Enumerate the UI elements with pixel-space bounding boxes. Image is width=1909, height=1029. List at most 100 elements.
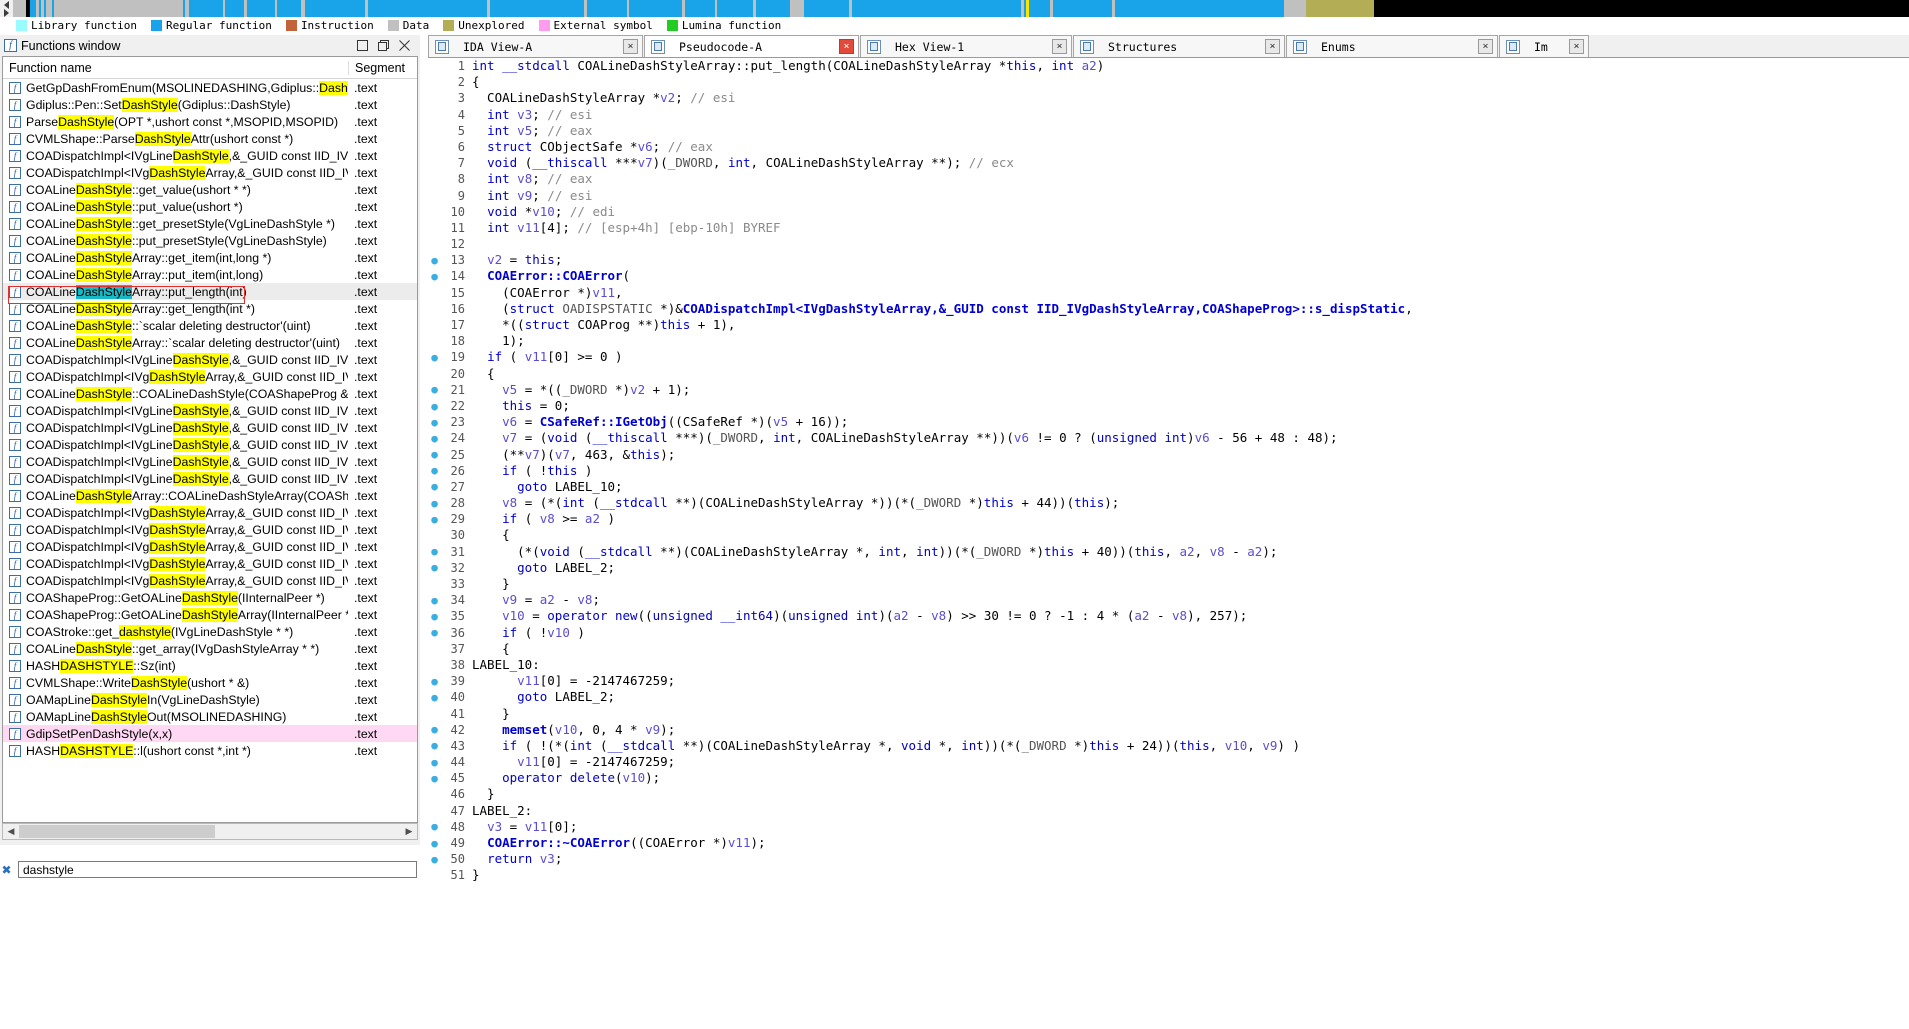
function-name-cell[interactable]: Gdiplus::Pen::SetDashStyle(Gdiplus::Dash… <box>26 97 348 112</box>
code-line[interactable]: ● 22 this = 0; <box>428 398 1909 414</box>
function-list-row[interactable]: f OAMapLineDashStyleIn(VgLineDashStyle) .t… <box>3 691 417 708</box>
function-list-row[interactable]: f COALineDashStyleArray::put_item(int,lon… <box>3 266 417 283</box>
tab-close-icon[interactable]: × <box>1265 39 1280 54</box>
code-line-text[interactable]: (*(void (__stdcall **)(COALineDashStyleA… <box>472 544 1909 560</box>
function-name-cell[interactable]: GetGpDashFromEnum(MSOLINEDASHING,Gdiplus… <box>26 80 348 95</box>
code-line-text[interactable]: { <box>472 641 1909 657</box>
code-line[interactable]: 12 <box>428 236 1909 252</box>
tab-hex-view-1[interactable]: Hex View-1 × <box>860 35 1072 57</box>
code-line[interactable]: 41 } <box>428 706 1909 722</box>
column-header-segment[interactable]: Segment <box>349 61 417 75</box>
function-list-row[interactable]: f OAMapLineDashStyleOut(MSOLINEDASHING) .t… <box>3 708 417 725</box>
function-name-cell[interactable]: COAStroke::get_dashstyle(IVgLineDashStyl… <box>26 624 348 639</box>
code-line-text[interactable]: if ( !(*(int (__stdcall **)(COALineDashS… <box>472 738 1909 754</box>
function-list-row[interactable]: f COALineDashStyle::COALineDashStyle(COAS… <box>3 385 417 402</box>
navband-segment[interactable] <box>13 0 26 17</box>
breakpoint-marker-icon[interactable]: ● <box>428 465 441 476</box>
navband-segment[interactable] <box>1052 0 1113 17</box>
code-line[interactable]: 4 int v3; // esi <box>428 107 1909 123</box>
function-list-row[interactable]: f GetGpDashFromEnum(MSOLINEDASHING,Gdiplu… <box>3 79 417 96</box>
function-list-row[interactable]: f COADispatchImpl<IVgDashStyleArray,&_GUI… <box>3 521 417 538</box>
column-header-function-name[interactable]: Function name <box>3 60 349 75</box>
clear-filter-icon[interactable]: ✖ <box>0 863 13 877</box>
function-list-row[interactable]: f COALineDashStyleArray::get_item(int,lon… <box>3 249 417 266</box>
code-line-text[interactable]: goto LABEL_10; <box>472 479 1909 495</box>
scroll-right-icon[interactable]: ▶ <box>401 824 417 839</box>
function-name-cell[interactable]: COADispatchImpl<IVgLineDashStyle,&_GUID … <box>26 437 348 452</box>
code-line[interactable]: 3 COALineDashStyleArray *v2; // esi <box>428 90 1909 106</box>
function-name-cell[interactable]: ParseDashStyle(OPT *,ushort const *,MSOP… <box>26 114 348 129</box>
function-name-cell[interactable]: CVMLShape::ParseDashStyleAttr(ushort con… <box>26 131 348 146</box>
code-line[interactable]: 7 void (__thiscall ***v7)(_DWORD, int, C… <box>428 155 1909 171</box>
code-line-text[interactable]: v3 = v11[0]; <box>472 819 1909 835</box>
function-name-cell[interactable]: COADispatchImpl<IVgDashStyleArray,&_GUID… <box>26 165 348 180</box>
code-line[interactable]: ● 23 v6 = CSafeRef::IGetObj((CSafeRef *)(… <box>428 414 1909 430</box>
code-line[interactable]: ● 48 v3 = v11[0]; <box>428 819 1909 835</box>
code-line[interactable]: 47 LABEL_2: <box>428 803 1909 819</box>
function-list-row[interactable]: f COALineDashStyle::put_presetStyle(VgLin… <box>3 232 417 249</box>
tab-pseudocode-a[interactable]: Pseudocode-A × <box>644 35 859 57</box>
code-line[interactable]: 37 { <box>428 641 1909 657</box>
code-line-text[interactable]: int v9; // esi <box>472 188 1909 204</box>
code-line[interactable]: ● 13 v2 = this; <box>428 252 1909 268</box>
breakpoint-marker-icon[interactable]: ● <box>428 821 441 832</box>
code-line-text[interactable]: *((struct COAProg **)this + 1), <box>472 317 1909 333</box>
function-name-cell[interactable]: COADispatchImpl<IVgDashStyleArray,&_GUID… <box>26 522 348 537</box>
code-line[interactable]: ● 29 if ( v8 >= a2 ) <box>428 511 1909 527</box>
code-line[interactable]: ● 45 operator delete(v10); <box>428 770 1909 786</box>
breakpoint-marker-icon[interactable]: ● <box>428 692 441 703</box>
code-line[interactable]: ● 14 COAError::COAError( <box>428 268 1909 284</box>
scrollbar-track[interactable] <box>19 824 401 839</box>
code-line[interactable]: 8 int v8; // eax <box>428 171 1909 187</box>
code-line-text[interactable]: { <box>472 527 1909 543</box>
navband-segment[interactable] <box>717 0 753 17</box>
function-name-cell[interactable]: COALineDashStyleArray::`scalar deleting … <box>26 335 348 350</box>
code-line-text[interactable]: { <box>472 366 1909 382</box>
code-line-text[interactable]: v8 = (*(int (__stdcall **)(COALineDashSt… <box>472 495 1909 511</box>
function-list-row[interactable]: f COALineDashStyle::`scalar deleting dest… <box>3 317 417 334</box>
breakpoint-marker-icon[interactable]: ● <box>428 611 441 622</box>
function-name-cell[interactable]: COADispatchImpl<IVgLineDashStyle,&_GUID … <box>26 471 348 486</box>
code-line-text[interactable]: this = 0; <box>472 398 1909 414</box>
code-line-text[interactable]: return v3; <box>472 851 1909 867</box>
breakpoint-marker-icon[interactable]: ● <box>428 433 441 444</box>
navband-segment[interactable] <box>1306 0 1374 17</box>
navband-segment[interactable] <box>224 0 245 17</box>
function-list-row[interactable]: f COADispatchImpl<IVgLineDashStyle,&_GUID… <box>3 436 417 453</box>
code-line[interactable]: ● 31 (*(void (__stdcall **)(COALineDashSt… <box>428 544 1909 560</box>
navband-segment[interactable] <box>367 0 487 17</box>
navband-arrows[interactable] <box>0 0 13 17</box>
code-line[interactable]: 10 void *v10; // edi <box>428 204 1909 220</box>
code-line-text[interactable]: int v8; // eax <box>472 171 1909 187</box>
function-name-cell[interactable]: HASHDASHSTYLE::l(ushort const *,int *) <box>26 743 348 758</box>
tab-close-icon[interactable]: × <box>1569 39 1584 54</box>
function-name-cell[interactable]: COADispatchImpl<IVgDashStyleArray,&_GUID… <box>26 505 348 520</box>
code-line[interactable]: ● 21 v5 = *((_DWORD *)v2 + 1); <box>428 382 1909 398</box>
code-line[interactable]: 15 (COAError *)v11, <box>428 285 1909 301</box>
function-list-row[interactable]: f COALineDashStyleArray::COALineDashStyle… <box>3 487 417 504</box>
breakpoint-marker-icon[interactable]: ● <box>428 481 441 492</box>
code-line-text[interactable]: COAError::COAError( <box>472 268 1909 284</box>
navband-segment[interactable] <box>755 0 790 17</box>
function-list-row[interactable]: f ParseDashStyle(OPT *,ushort const *,MSO… <box>3 113 417 130</box>
code-line-text[interactable]: (COAError *)v11, <box>472 285 1909 301</box>
code-line[interactable]: ● 26 if ( !this ) <box>428 463 1909 479</box>
close-button[interactable] <box>399 40 410 51</box>
function-list-row[interactable]: f COALineDashStyle::put_value(ushort *) .t… <box>3 198 417 215</box>
navband-segment[interactable] <box>53 0 183 17</box>
functions-list-horizontal-scrollbar[interactable]: ◀ ▶ <box>2 823 418 840</box>
function-list-row[interactable]: f COADispatchImpl<IVgLineDashStyle,&_GUID… <box>3 351 417 368</box>
code-line[interactable]: ● 35 v10 = operator new((unsigned __int64… <box>428 608 1909 624</box>
function-name-cell[interactable]: COALineDashStyleArray::put_item(int,long… <box>26 267 348 282</box>
function-list-row[interactable]: f Gdiplus::Pen::SetDashStyle(Gdiplus::Das… <box>3 96 417 113</box>
navband-segment[interactable] <box>685 0 716 17</box>
function-name-cell[interactable]: OAMapLineDashStyleIn(VgLineDashStyle) <box>26 692 348 707</box>
function-list-row[interactable]: f COADispatchImpl<IVgDashStyleArray,&_GUI… <box>3 164 417 181</box>
function-name-cell[interactable]: COALineDashStyleArray::put_length(int) <box>26 284 348 299</box>
navband-left-arrow-icon[interactable] <box>4 1 9 9</box>
pseudocode-text[interactable]: 1 int __stdcall COALineDashStyleArray::p… <box>428 58 1909 884</box>
code-line[interactable]: 9 int v9; // esi <box>428 188 1909 204</box>
tab-close-icon[interactable]: × <box>1052 39 1067 54</box>
code-line-text[interactable]: } <box>472 706 1909 722</box>
code-line-text[interactable]: LABEL_10: <box>472 657 1909 673</box>
